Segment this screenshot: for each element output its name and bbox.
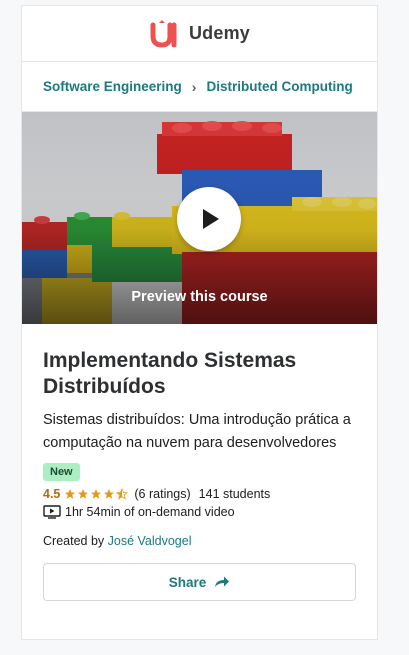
- course-subtitle: Sistemas distribuídos: Uma introdução pr…: [43, 412, 351, 451]
- video-duration: 1hr 54min of on-demand video: [65, 505, 235, 519]
- course-title: Implementando Sistemas Distribuídos: [43, 349, 297, 398]
- rating-row: 4.5 (6 ratings) 141 students: [43, 487, 356, 501]
- breadcrumb-separator: ›: [191, 78, 197, 95]
- new-badge: New: [43, 463, 80, 481]
- course-card: Udemy Software Engineering › Distributed…: [21, 5, 378, 640]
- rating-value: 4.5: [43, 487, 61, 501]
- course-info: Implementando Sistemas Distribuídos Sist…: [22, 348, 377, 601]
- star-rating: [64, 488, 129, 500]
- star-icon: [65, 489, 76, 499]
- author-link[interactable]: José Valdvogel: [108, 534, 192, 548]
- star-icon: [104, 489, 115, 499]
- share-label: Share: [168, 574, 207, 590]
- course-preview[interactable]: Preview this course: [22, 112, 377, 324]
- video-info: 1hr 54min of on-demand video: [43, 505, 356, 519]
- breadcrumb-item-distributed-computing[interactable]: Distributed Computing: [206, 79, 352, 94]
- ratings-count: (6 ratings): [134, 487, 191, 501]
- half-star-icon: [116, 488, 129, 500]
- play-button[interactable]: [177, 187, 241, 251]
- logo-bar: Udemy: [22, 6, 377, 62]
- share-button[interactable]: Share: [43, 563, 356, 601]
- share-icon: [214, 575, 230, 589]
- breadcrumb: Software Engineering › Distributed Compu…: [22, 62, 377, 112]
- brand-name: Udemy: [188, 23, 251, 43]
- star-icon: [91, 489, 102, 499]
- preview-label: Preview this course: [131, 289, 268, 305]
- created-by: Created by José Valdvogel: [43, 534, 356, 548]
- udemy-logo-icon: [150, 19, 177, 48]
- star-icon: [78, 489, 89, 499]
- created-by-label: Created by: [43, 534, 105, 548]
- video-icon: [43, 505, 61, 519]
- students-count: 141 students: [198, 487, 271, 501]
- play-icon: [203, 209, 219, 229]
- breadcrumb-item-software-engineering[interactable]: Software Engineering: [43, 79, 182, 94]
